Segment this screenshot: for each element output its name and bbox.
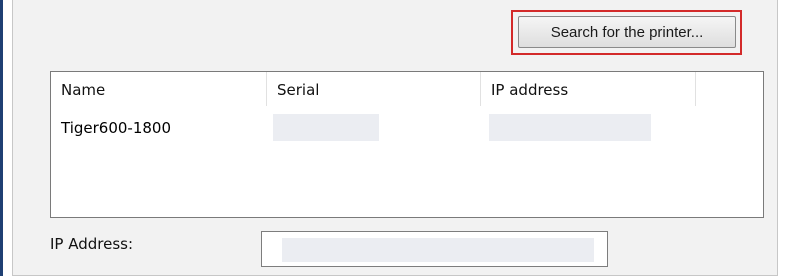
redacted-serial-value <box>273 114 379 141</box>
column-header-name[interactable]: Name <box>51 72 267 106</box>
ip-address-label: IP Address: <box>50 235 134 253</box>
search-printer-button[interactable]: Search for the printer... <box>518 16 736 48</box>
redacted-ip-input-value <box>282 238 594 262</box>
printer-list-header: Name Serial IP address <box>51 72 763 106</box>
printer-list-row[interactable]: Tiger600-1800 <box>51 113 763 143</box>
column-header-ip-address[interactable]: IP address <box>481 72 696 106</box>
printer-name-cell: Tiger600-1800 <box>61 119 172 137</box>
column-header-serial[interactable]: Serial <box>267 72 481 106</box>
redacted-ip-value <box>489 114 651 141</box>
window-left-edge <box>0 0 3 276</box>
printer-list[interactable]: Name Serial IP address Tiger600-1800 <box>50 71 764 218</box>
printer-search-dialog: Search for the printer... Name Serial IP… <box>0 0 798 276</box>
ip-address-input[interactable] <box>261 231 608 267</box>
